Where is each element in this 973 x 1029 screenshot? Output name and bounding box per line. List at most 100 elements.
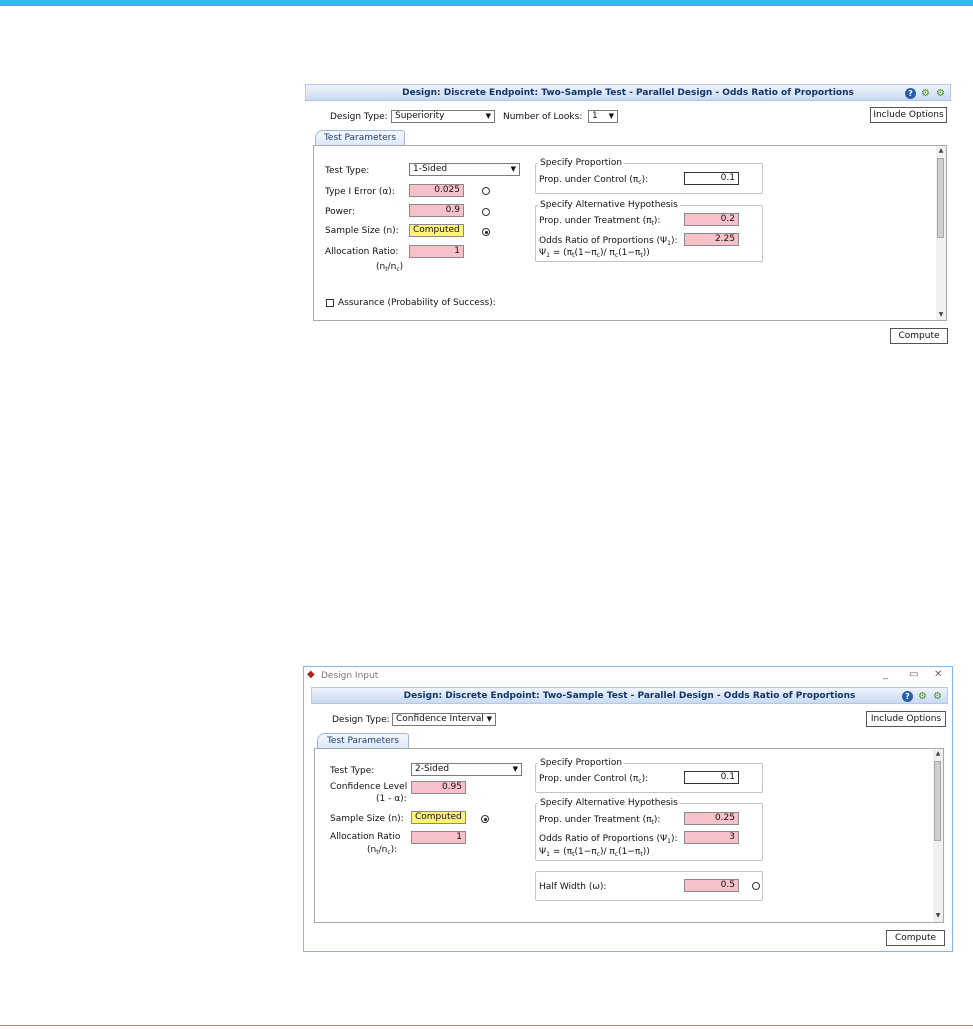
maximize-icon[interactable]: ▭ (909, 669, 918, 680)
prop-control-input[interactable]: 0.1 (684, 771, 739, 784)
specify-proportion-title: Specify Proportion (538, 158, 625, 168)
sample-size-label: Sample Size (n): (325, 226, 399, 236)
looks-select[interactable]: 1 ▼ (588, 110, 618, 123)
specify-alt-hypothesis-group: Specify Alternative Hypothesis Prop. und… (535, 200, 763, 262)
design-type-value: Superiority (395, 111, 445, 121)
prop-control-label: Prop. under Control (πc): (539, 175, 649, 186)
options-icon[interactable]: ⚙ (932, 691, 943, 702)
sample-size-radio[interactable] (482, 228, 490, 236)
allocation-ratio-sub: (nt/nc): (367, 845, 398, 856)
test-type-select[interactable]: 1-Sided ▼ (409, 163, 520, 176)
half-width-input[interactable]: 0.5 (684, 879, 739, 892)
panel-title-bar: Design: Discrete Endpoint: Two-Sample Te… (311, 687, 948, 704)
allocation-ratio-input[interactable]: 1 (411, 831, 466, 844)
prop-treatment-input[interactable]: 0.25 (684, 812, 739, 825)
sample-size-input[interactable]: Computed (409, 224, 464, 237)
test-type-label: Test Type: (325, 166, 370, 176)
allocation-ratio-input[interactable]: 1 (409, 245, 464, 258)
odds-ratio-label: Odds Ratio of Proportions (Ψ1): (539, 236, 678, 247)
sample-size-input[interactable]: Computed (411, 811, 466, 824)
type1-error-radio[interactable] (482, 187, 490, 195)
tab-test-parameters[interactable]: Test Parameters (315, 130, 405, 145)
power-input[interactable]: 0.9 (409, 204, 464, 217)
specify-alt-hypothesis-title: Specify Alternative Hypothesis (538, 200, 680, 210)
half-width-group: Half Width (ω): 0.5 (535, 871, 763, 901)
settings-icon[interactable]: ⚙ (920, 88, 931, 99)
settings-icon[interactable]: ⚙ (917, 691, 928, 702)
prop-treatment-label: Prop. under Treatment (πt): (539, 216, 661, 227)
panel-title: Design: Discrete Endpoint: Two-Sample Te… (403, 691, 856, 701)
help-icon[interactable]: ? (905, 87, 916, 99)
odds-ratio-input[interactable]: 3 (684, 831, 739, 844)
type1-error-label: Type I Error (α): (325, 187, 395, 197)
half-width-radio[interactable] (752, 882, 760, 890)
odds-ratio-input[interactable]: 2.25 (684, 233, 739, 246)
vertical-scrollbar[interactable]: ▲ ▼ (936, 146, 946, 320)
confidence-level-label: Confidence Level (330, 782, 408, 792)
type1-error-input[interactable]: 0.025 (409, 184, 464, 197)
power-radio[interactable] (482, 208, 490, 216)
scroll-down-icon[interactable]: ▼ (937, 311, 945, 318)
top-accent-bar (0, 0, 973, 6)
confidence-level-input[interactable]: 0.95 (411, 781, 466, 794)
compute-button[interactable]: Compute (890, 328, 948, 344)
prop-control-input[interactable]: 0.1 (684, 172, 739, 185)
test-type-value: 1-Sided (413, 164, 448, 174)
panel-title: Design: Discrete Endpoint: Two-Sample Te… (402, 88, 854, 98)
looks-label: Number of Looks: (503, 112, 583, 122)
odds-ratio-formula: Ψ1 = (πt(1−πc)/ πc(1−πt)) (539, 847, 650, 858)
chevron-down-icon: ▼ (608, 112, 614, 120)
design-type-label: Design Type: (330, 112, 388, 122)
assurance-checkbox[interactable] (326, 299, 334, 307)
scroll-down-icon[interactable]: ▼ (934, 912, 942, 919)
window-icon: ◆ (307, 669, 315, 680)
specify-proportion-group: Specify Proportion Prop. under Control (… (535, 758, 763, 793)
specify-alt-hypothesis-group: Specify Alternative Hypothesis Prop. und… (535, 798, 763, 861)
sample-size-label: Sample Size (n): (330, 814, 404, 824)
looks-value: 1 (592, 111, 598, 121)
design-type-value: Confidence Interval (396, 714, 484, 724)
odds-ratio-label: Odds Ratio of Proportions (Ψ1): (539, 834, 678, 845)
design-type-select[interactable]: Superiority ▼ (391, 110, 495, 123)
test-type-select[interactable]: 2-Sided ▼ (411, 763, 522, 776)
window-title: Design Input (321, 671, 379, 681)
specify-proportion-group: Specify Proportion Prop. under Control (… (535, 158, 763, 194)
test-type-label: Test Type: (330, 766, 375, 776)
panel-title-bar: Design: Discrete Endpoint: Two-Sample Te… (305, 84, 951, 101)
power-label: Power: (325, 207, 356, 217)
close-icon[interactable]: ✕ (934, 669, 942, 680)
include-options-button[interactable]: Include Options (866, 711, 946, 727)
vertical-scrollbar[interactable]: ▲ ▼ (933, 749, 943, 922)
scroll-up-icon[interactable]: ▲ (934, 750, 942, 757)
test-type-value: 2-Sided (415, 764, 450, 774)
compute-button[interactable]: Compute (886, 930, 945, 946)
design-panel-superiority: Design: Discrete Endpoint: Two-Sample Te… (305, 84, 951, 348)
allocation-ratio-label: Allocation Ratio: (325, 247, 399, 257)
sample-size-radio[interactable] (481, 815, 489, 823)
chevron-down-icon: ▼ (512, 765, 518, 773)
half-width-label: Half Width (ω): (539, 882, 607, 892)
chevron-down-icon: ▼ (486, 715, 492, 723)
prop-treatment-label: Prop. under Treatment (πt): (539, 815, 661, 826)
bottom-accent-line (0, 1025, 973, 1026)
parameters-content: Test Type: 2-Sided ▼ Confidence Level (1 … (314, 748, 944, 923)
design-type-select[interactable]: Confidence Interval ▼ (392, 713, 496, 726)
assurance-label: Assurance (Probability of Success): (338, 298, 496, 308)
specify-alt-hypothesis-title: Specify Alternative Hypothesis (538, 798, 680, 808)
tab-test-parameters[interactable]: Test Parameters (317, 733, 409, 748)
chevron-down-icon: ▼ (510, 165, 516, 173)
specify-proportion-title: Specify Proportion (538, 758, 625, 768)
minimize-icon[interactable]: _ (883, 669, 888, 680)
parameters-content: Test Type: 1-Sided ▼ Type I Error (α): 0.… (313, 145, 947, 321)
include-options-button[interactable]: Include Options (870, 107, 947, 123)
scrollbar-thumb[interactable] (934, 761, 941, 841)
allocation-ratio-label: Allocation Ratio (330, 832, 401, 842)
scrollbar-thumb[interactable] (937, 158, 944, 238)
allocation-ratio-sub: (nt/nc) (376, 262, 404, 273)
options-icon[interactable]: ⚙ (935, 88, 946, 99)
help-icon[interactable]: ? (902, 690, 913, 702)
odds-ratio-formula: Ψ1 = (πt(1−πc)/ πc(1−πt)) (539, 248, 650, 259)
scroll-up-icon[interactable]: ▲ (937, 147, 945, 154)
prop-treatment-input[interactable]: 0.2 (684, 213, 739, 226)
confidence-level-sub: (1 - α): (376, 794, 407, 804)
